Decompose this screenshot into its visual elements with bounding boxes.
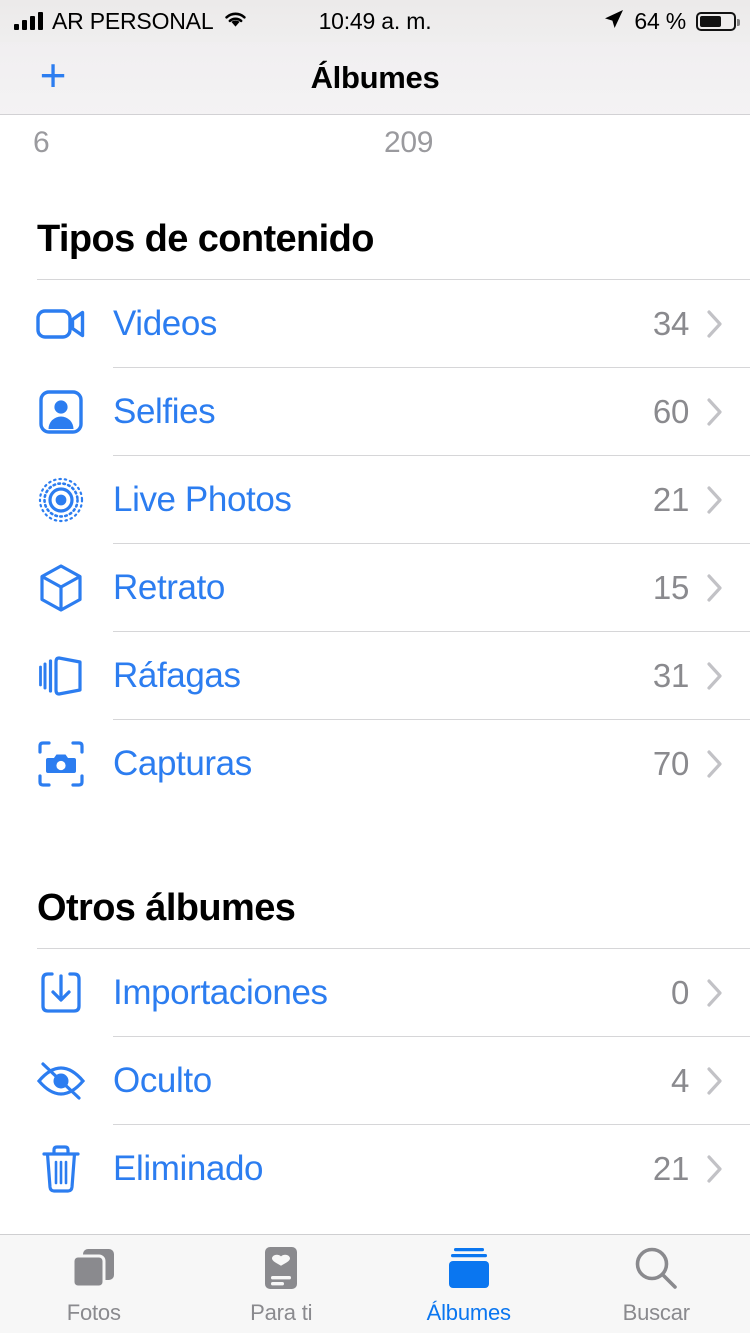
- scrolled-album-counts: 6 209: [0, 116, 750, 196]
- status-bar-right: 64 %: [604, 8, 750, 35]
- page-title: Álbumes: [310, 60, 440, 95]
- section-header: Otros álbumes: [37, 887, 296, 929]
- list-item-count: 0: [670, 973, 689, 1011]
- list-item-label: Capturas: [113, 743, 252, 783]
- list-item-label: Eliminado: [113, 1148, 264, 1188]
- chevron-right-icon: [707, 1066, 723, 1095]
- tab-label: Para ti: [250, 1299, 313, 1325]
- list-item-count: 34: [652, 304, 689, 342]
- list-item-label: Selfies: [113, 391, 216, 431]
- tab-bar: Fotos Para ti Álbumes Buscar: [0, 1234, 750, 1333]
- list-item-selfies[interactable]: Selfies 60: [0, 368, 750, 455]
- list-item-importaciones[interactable]: Importaciones 0: [0, 949, 750, 1036]
- list-item-label: Ráfagas: [113, 655, 241, 695]
- eye-slash-icon: [30, 1050, 92, 1112]
- import-download-icon: [30, 962, 92, 1024]
- chevron-right-icon: [707, 573, 723, 602]
- list-item-count: 21: [652, 480, 689, 518]
- list-item-count: 60: [652, 392, 689, 430]
- section-other-albums: Otros álbumes Importaciones 0 Oculto 4 E…: [0, 865, 750, 1212]
- list-item-label: Videos: [113, 303, 217, 343]
- tab-fotos[interactable]: Fotos: [0, 1235, 188, 1333]
- album-count-left: 6: [33, 126, 50, 159]
- list-item-videos[interactable]: Videos 34: [0, 280, 750, 367]
- list-item-count: 70: [652, 744, 689, 782]
- chevron-right-icon: [707, 978, 723, 1007]
- cellular-signal-icon: [14, 12, 43, 30]
- chevron-right-icon: [707, 397, 723, 426]
- screenshot-camera-icon: [30, 733, 92, 795]
- photos-stack-icon: [69, 1243, 119, 1293]
- list-item-eliminado[interactable]: Eliminado 21: [0, 1125, 750, 1212]
- selfie-person-icon: [30, 381, 92, 443]
- location-arrow-icon: [604, 9, 624, 34]
- list-item-label: Oculto: [113, 1060, 212, 1100]
- chevron-right-icon: [707, 661, 723, 690]
- carrier-label: AR PERSONAL: [52, 7, 214, 34]
- status-bar: AR PERSONAL 10:49 a. m. 64 %: [0, 0, 750, 42]
- albums-scroll-view[interactable]: 6 209 Tipos de contenido Videos 34 Selfi…: [0, 116, 750, 1234]
- list-item-capturas[interactable]: Capturas 70: [0, 720, 750, 807]
- tab-albumes[interactable]: Álbumes: [375, 1235, 563, 1333]
- chevron-right-icon: [707, 1154, 723, 1183]
- tab-label: Fotos: [66, 1299, 121, 1325]
- burst-stack-icon: [30, 645, 92, 707]
- list-item-retrato[interactable]: Retrato 15: [0, 544, 750, 631]
- status-bar-left: AR PERSONAL: [0, 8, 249, 35]
- tab-label: Buscar: [622, 1299, 690, 1325]
- list-item-count: 21: [652, 1149, 689, 1187]
- photos-albums-screen: AR PERSONAL 10:49 a. m. 64 % + Álbumes 6…: [0, 0, 750, 1333]
- list-item-label: Importaciones: [113, 972, 328, 1012]
- chevron-right-icon: [707, 309, 723, 338]
- list-item-live-photos[interactable]: Live Photos 21: [0, 456, 750, 543]
- list-item-count: 15: [652, 568, 689, 606]
- list-item-label: Retrato: [113, 567, 225, 607]
- chevron-right-icon: [707, 749, 723, 778]
- list-item-count: 31: [652, 656, 689, 694]
- tab-para-ti[interactable]: Para ti: [188, 1235, 376, 1333]
- chevron-right-icon: [707, 485, 723, 514]
- clock-label: 10:49 a. m.: [318, 7, 432, 34]
- section-content-types: Tipos de contenido Videos 34 Selfies 60 …: [0, 196, 750, 807]
- section-header: Tipos de contenido: [37, 218, 374, 260]
- tab-label: Álbumes: [426, 1299, 511, 1325]
- battery-icon: [696, 11, 740, 31]
- list-item-count: 4: [670, 1061, 689, 1099]
- cube-icon: [30, 557, 92, 619]
- live-photo-icon: [30, 469, 92, 531]
- battery-percent-label: 64 %: [634, 7, 686, 34]
- search-icon: [633, 1243, 679, 1293]
- albums-icon: [445, 1243, 493, 1293]
- for-you-card-icon: [260, 1243, 302, 1293]
- list-item-rafagas[interactable]: Ráfagas 31: [0, 632, 750, 719]
- list-item-oculto[interactable]: Oculto 4: [0, 1037, 750, 1124]
- tab-buscar[interactable]: Buscar: [563, 1235, 750, 1333]
- trash-icon: [30, 1138, 92, 1200]
- album-count-right: 209: [384, 126, 434, 159]
- navigation-bar: + Álbumes: [0, 42, 750, 115]
- wifi-icon: [222, 9, 249, 34]
- video-camera-icon: [30, 293, 92, 355]
- list-item-label: Live Photos: [113, 479, 292, 519]
